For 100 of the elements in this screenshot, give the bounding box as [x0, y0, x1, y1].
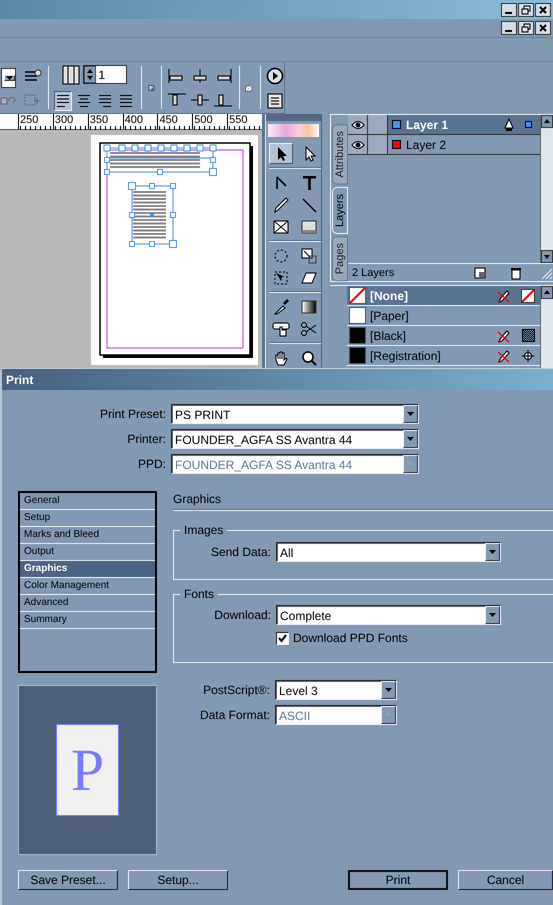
visibility-toggle[interactable]	[348, 135, 368, 154]
lock-toggle[interactable]	[368, 135, 388, 154]
columns-icon[interactable]	[62, 64, 80, 84]
field-label: Print Preset:	[98, 406, 166, 423]
paragraph-align-button[interactable]	[54, 90, 72, 110]
resize-grip-icon[interactable]	[539, 266, 553, 280]
checkbox[interactable]	[276, 632, 289, 644]
caret-icon	[381, 681, 396, 699]
scrollbar[interactable]	[540, 286, 553, 368]
swatch-chip	[349, 347, 366, 364]
section-item[interactable]: Graphics	[20, 561, 155, 578]
field-label: PostScript®:	[202, 682, 270, 699]
layer-count: 2 Layers	[352, 266, 396, 278]
none-swatch-icon	[521, 288, 535, 302]
section-item[interactable]: Color Management	[20, 578, 155, 595]
caret-icon	[403, 455, 418, 473]
dropdown[interactable]	[0, 68, 16, 88]
section-item[interactable]: General	[20, 493, 155, 510]
no-edit-pencil-icon	[496, 288, 510, 302]
section-item[interactable]: Marks and Bleed	[20, 527, 155, 544]
selected-text-frame	[128, 182, 177, 248]
ruler-label: 450	[159, 114, 178, 126]
eye-icon	[350, 120, 364, 130]
group-title: Fonts	[183, 587, 216, 601]
swatch-row[interactable]: [Paper]	[347, 306, 540, 326]
align-lines-icon	[78, 94, 90, 106]
dropdown[interactable]: All	[276, 542, 501, 562]
minimize-button[interactable]	[501, 21, 517, 35]
panel-tab[interactable]: Attributes	[332, 124, 348, 185]
play-circle-icon[interactable]	[266, 66, 284, 84]
frame-stack-icon[interactable]	[0, 94, 16, 108]
align-lines-icon	[120, 94, 132, 106]
ruler-label: 350	[90, 114, 108, 126]
dropdown[interactable]: PS PRINT	[171, 404, 419, 424]
swatch-row[interactable]: [Registration]	[347, 346, 540, 366]
layer-row[interactable]: Layer 1	[388, 115, 540, 134]
dialog-button[interactable]: Setup...	[128, 870, 228, 890]
field-label: Send Data:	[210, 544, 271, 561]
dialog-button[interactable]: Save Preset...	[18, 870, 118, 890]
trash-icon[interactable]	[509, 266, 523, 280]
number-field[interactable]: 1	[83, 65, 128, 84]
no-edit-pencil-icon	[496, 348, 510, 362]
section-item[interactable]: Summary	[20, 612, 155, 629]
section-item[interactable]: Setup	[20, 510, 155, 527]
align-lines-icon	[57, 94, 70, 106]
lock-toggle[interactable]	[368, 115, 388, 134]
spin-buttons[interactable]	[84, 66, 96, 83]
dialog-button[interactable]: Print	[348, 870, 448, 890]
ruler-label: 500	[194, 114, 213, 126]
checkbox-label[interactable]: Download PPD Fonts	[293, 631, 408, 645]
registration-target-icon	[522, 350, 534, 362]
align-lines-icon	[99, 94, 112, 106]
field-label: Printer:	[126, 431, 166, 448]
caret-icon	[4, 74, 14, 80]
caret-icon	[381, 706, 396, 724]
close-button[interactable]	[535, 2, 551, 16]
panel-tab[interactable]: Layers	[332, 186, 348, 234]
swatch-chip	[349, 307, 366, 324]
panel-tab[interactable]: Pages	[332, 236, 348, 281]
eye-icon	[350, 140, 364, 150]
caret-icon	[485, 543, 500, 561]
dropdown[interactable]: Complete	[276, 605, 501, 625]
checker-icon	[522, 329, 534, 342]
dropdown[interactable]: FOUNDER_AGFA SS Avantra 44	[171, 429, 419, 449]
selection-tool-icon[interactable]	[269, 143, 293, 164]
dialog-button[interactable]: Cancel	[458, 870, 553, 890]
swatch-row[interactable]: [Black]	[347, 326, 540, 346]
group-title: Images	[183, 523, 224, 537]
ruler-label: 550	[229, 114, 248, 126]
dialog-title: Print	[2, 368, 553, 390]
preview-page: P	[56, 724, 119, 816]
caret-icon	[403, 405, 418, 423]
layer-row[interactable]: Layer 2	[388, 135, 540, 154]
section-item[interactable]: Advanced	[20, 595, 155, 612]
visibility-toggle[interactable]	[348, 115, 368, 134]
close-button[interactable]	[535, 21, 551, 35]
pen-nib-icon	[504, 118, 514, 132]
field-label: Download:	[213, 607, 271, 624]
dropdown[interactable]: Level 3	[275, 680, 397, 700]
minimize-button[interactable]	[501, 2, 517, 16]
section-heading: Graphics	[173, 492, 222, 506]
swatch-chip	[349, 287, 366, 304]
caret-icon	[485, 606, 500, 624]
swatch-chip	[349, 327, 366, 344]
new-layer-icon[interactable]	[473, 266, 487, 280]
restore-button[interactable]	[518, 21, 534, 35]
selection-square-icon	[525, 121, 532, 128]
list-panel-icon[interactable]	[266, 90, 284, 108]
no-edit-pencil-icon	[496, 328, 510, 342]
scrollbar[interactable]	[540, 115, 553, 263]
swatch-row[interactable]: [None]	[347, 286, 540, 306]
ruler-label: 300	[54, 114, 74, 126]
butterfly-logo	[268, 124, 319, 137]
ruler-label: 250	[20, 114, 38, 126]
caret-icon	[403, 430, 418, 448]
restore-button[interactable]	[518, 2, 534, 16]
align-top-edges-icon[interactable]	[166, 90, 187, 108]
ruler-label: 400	[124, 114, 143, 126]
field-label: Data Format:	[198, 707, 270, 724]
field-label: PPD:	[136, 456, 166, 473]
